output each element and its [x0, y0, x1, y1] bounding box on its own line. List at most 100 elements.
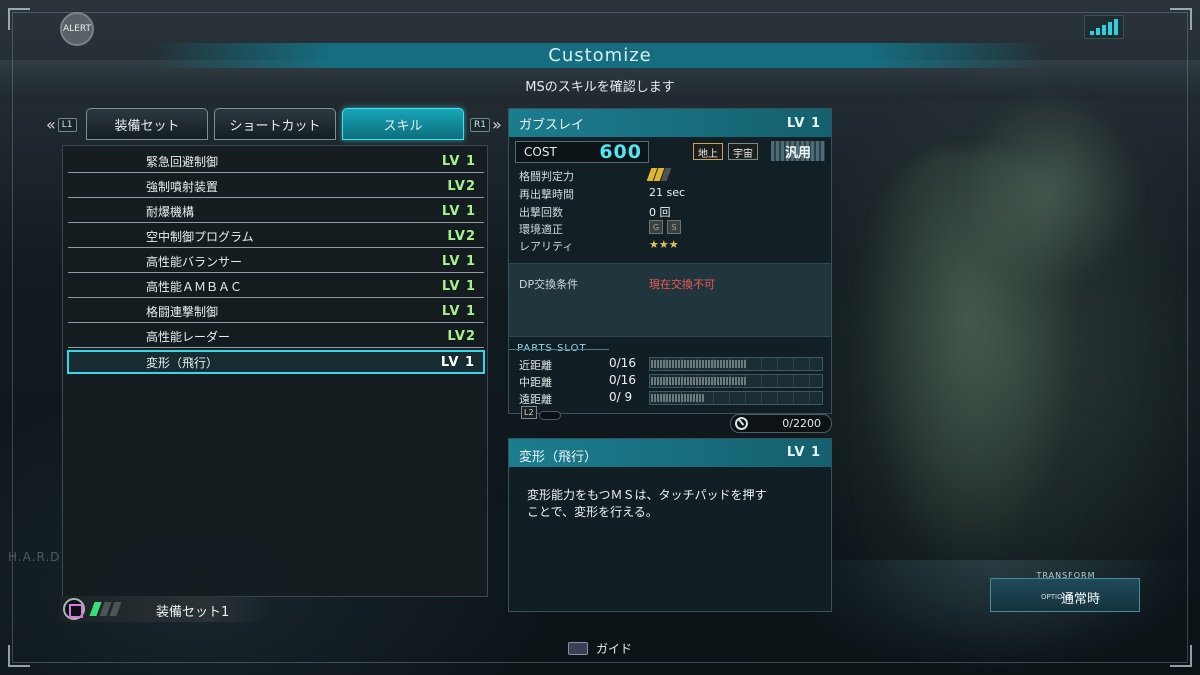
rarity-stars: ★★★ — [649, 238, 679, 251]
slot-value: 0/16 — [609, 373, 636, 387]
skill-level: LV 1 — [441, 303, 476, 319]
square-button-icon[interactable] — [63, 598, 85, 620]
tab-next-nav[interactable]: R1 » — [470, 115, 502, 134]
ms-info-panel: ガブスレイ LV 1 COST 600 地上 宇宙 汎用 格闘判定力 再出撃時間… — [508, 108, 832, 420]
transform-label: TRANSFORM — [1036, 571, 1096, 580]
skill-name: 高性能ＡＭＢＡＣ — [146, 279, 243, 294]
skill-row[interactable]: 高性能ＡＭＢＡＣ LV 1 — [68, 275, 484, 298]
gauge-icon — [735, 417, 748, 430]
skill-description-line: 変形能力をもつＭＳは、タッチパッドを押す — [527, 488, 767, 502]
guide-label: ガイド — [596, 642, 633, 656]
frame-corner — [1170, 645, 1192, 667]
cost-value: 600 — [599, 141, 642, 163]
skill-detail-level: LV 1 — [786, 445, 821, 460]
tab-label: 装備セット — [114, 118, 180, 134]
tab-label: スキル — [383, 118, 423, 134]
environment-icons: G S — [649, 220, 681, 234]
skill-name: 空中制御プログラム — [146, 229, 254, 244]
skill-row[interactable]: 耐爆機構 LV 1 — [68, 200, 484, 223]
ms-header: ガブスレイ LV 1 — [509, 109, 831, 137]
ms-type-label: 汎用 — [784, 145, 811, 161]
slot-bar — [649, 357, 823, 371]
tab-skill[interactable]: スキル — [342, 108, 464, 140]
chevron-right-icon: » — [491, 115, 502, 134]
skill-description-line: ことで、変形を行える。 — [527, 505, 658, 519]
skill-detail-name: 変形（飛行） — [519, 450, 598, 465]
skill-description: 変形能力をもつＭＳは、タッチパッドを押す ことで、変形を行える。 — [527, 487, 819, 521]
skill-detail-panel: 変形（飛行） LV 1 変形能力をもつＭＳは、タッチパッドを押す ことで、変形を… — [508, 438, 832, 612]
slot-value: 0/16 — [609, 356, 636, 370]
l1-key-icon: L1 — [57, 117, 77, 132]
skill-name: 変形（飛行） — [146, 355, 219, 370]
stat-value: 0 回 — [649, 206, 671, 219]
parts-capacity: 0/2200 — [730, 414, 832, 433]
stat-label: 環境適正 — [519, 223, 563, 236]
skill-row[interactable]: 緊急回避制御 LV 1 — [68, 150, 484, 173]
slot-row-mid: 中距離 0/16 — [517, 373, 825, 389]
skill-level: LV 1 — [440, 354, 475, 370]
alert-icon: ALERT — [60, 12, 94, 46]
cost-label: COST — [524, 145, 557, 159]
stat-label: 出撃回数 — [519, 206, 563, 219]
touchpad-icon — [568, 642, 588, 655]
ms-name: ガブスレイ — [519, 117, 585, 133]
terrain-ground-badge: 地上 — [693, 143, 723, 160]
tab-prev-nav[interactable]: « L1 — [46, 115, 77, 134]
skill-row-selected[interactable]: 変形（飛行） LV 1 — [67, 350, 485, 374]
skill-name: 格闘連撃制御 — [146, 304, 219, 319]
equipment-set-gauge — [89, 602, 122, 616]
page-subtitle: MSのスキルを確認します — [525, 80, 675, 95]
dp-exchange-section: DP交換条件 現在交換不可 — [509, 263, 831, 337]
skill-name: 高性能レーダー — [146, 329, 231, 344]
alert-label: ALERT — [63, 24, 91, 34]
stat-label: 再出撃時間 — [519, 188, 574, 201]
dp-exchange-label: DP交換条件 — [519, 278, 579, 291]
skill-row[interactable]: 強制噴射装置 LV2 — [68, 175, 484, 198]
skill-list-panel: 緊急回避制御 LV 1 強制噴射装置 LV2 耐爆機構 LV 1 空中制御プログ… — [62, 145, 488, 597]
slot-fill — [651, 377, 748, 385]
skill-row[interactable]: 格闘連撃制御 LV 1 — [68, 300, 484, 323]
skill-name: 緊急回避制御 — [146, 154, 219, 169]
skill-name: 耐爆機構 — [146, 204, 195, 219]
ground-env-icon: G — [649, 220, 663, 234]
slot-fill — [651, 360, 748, 368]
skill-level: LV 1 — [441, 278, 476, 294]
chevron-left-icon: « — [46, 115, 56, 134]
skill-level: LV2 — [447, 328, 476, 344]
melee-judgement-gauge — [646, 168, 672, 181]
skill-level: LV 1 — [441, 203, 476, 219]
tab-equipment-set[interactable]: 装備セット — [86, 108, 208, 140]
skill-detail-header: 変形（飛行） LV 1 — [509, 439, 831, 467]
slot-name: 遠距離 — [519, 393, 552, 406]
tab-label: ショートカット — [229, 118, 321, 134]
skill-level: LV 1 — [441, 153, 476, 169]
skill-level: LV2 — [447, 228, 476, 244]
skill-name: 強制噴射装置 — [146, 179, 219, 194]
skill-row[interactable]: 高性能レーダー LV2 — [68, 325, 484, 348]
slot-fill — [651, 394, 705, 402]
slot-row-long: 遠距離 0/ 9 — [517, 390, 825, 406]
page-title: Customize — [150, 43, 1050, 68]
signal-strength-icon — [1084, 15, 1124, 39]
slot-name: 中距離 — [519, 376, 552, 389]
transform-toggle[interactable]: TRANSFORM OPTIONS 通常時 — [990, 571, 1140, 612]
transform-mode: 通常時 — [1061, 592, 1101, 607]
space-env-icon: S — [667, 220, 681, 234]
l2-key-icon[interactable]: L2 — [521, 406, 537, 419]
guide-hint[interactable]: ガイド — [568, 640, 632, 657]
divider — [509, 349, 609, 350]
ms-type-badge: 汎用 — [771, 141, 825, 161]
capacity-value: 0/2200 — [782, 417, 821, 430]
tab-shortcut[interactable]: ショートカット — [214, 108, 336, 140]
equipment-set-label: 装備セット1 — [156, 605, 230, 620]
skill-level: LV2 — [447, 178, 476, 194]
ms-level: LV 1 — [786, 115, 821, 131]
skill-row[interactable]: 高性能バランサー LV 1 — [68, 250, 484, 273]
skill-name: 高性能バランサー — [146, 254, 243, 269]
slot-value: 0/ 9 — [609, 390, 633, 404]
stat-label: レアリティ — [519, 240, 574, 253]
skill-row[interactable]: 空中制御プログラム LV2 — [68, 225, 484, 248]
cost-box: COST 600 — [515, 141, 649, 163]
dp-exchange-status: 現在交換不可 — [649, 278, 715, 291]
slot-name: 近距離 — [519, 359, 552, 372]
